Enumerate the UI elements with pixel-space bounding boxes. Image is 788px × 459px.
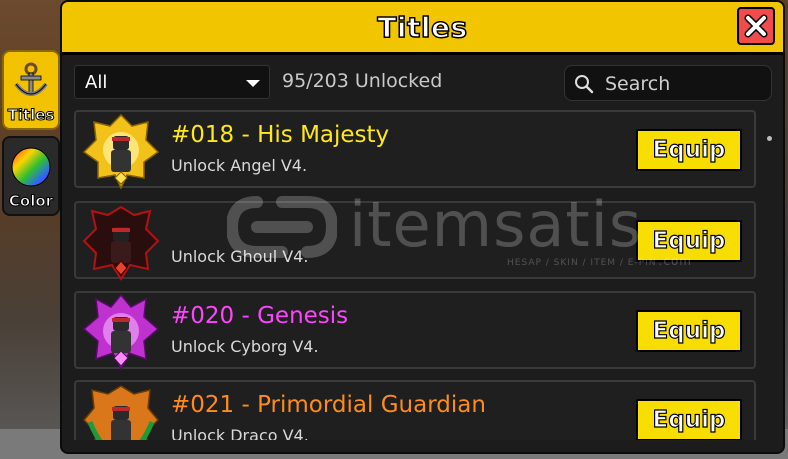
filter-dropdown[interactable]: All <box>74 65 270 99</box>
chevron-down-icon <box>246 80 260 87</box>
title-name: #020 - Genesis <box>171 303 349 329</box>
tab-titles-label: Titles <box>7 106 55 125</box>
title-row: Unlock Ghoul V4. Equip <box>74 201 756 281</box>
title-requirement: Unlock Draco V4. <box>171 426 309 440</box>
title-name: #018 - His Majesty <box>171 122 390 148</box>
titles-window: Titles All 95/203 Unlocked Search #018 -… <box>60 0 785 454</box>
anchor-icon <box>14 62 48 96</box>
close-button[interactable] <box>737 7 775 45</box>
color-wheel-icon <box>11 147 51 187</box>
gold-badge-icon <box>82 113 160 190</box>
tab-titles[interactable]: Titles <box>2 50 60 130</box>
orange-green-badge-icon <box>82 385 160 440</box>
equip-button[interactable]: Equip <box>636 220 742 262</box>
magenta-badge-icon <box>82 293 160 371</box>
tab-color[interactable]: Color <box>2 136 60 216</box>
filter-selected: All <box>85 72 108 93</box>
equip-button-label: Equip <box>652 227 726 254</box>
title-requirement: Unlock Cyborg V4. <box>171 337 319 356</box>
window-title: Titles <box>377 10 468 45</box>
title-requirement: Unlock Ghoul V4. <box>171 247 309 266</box>
equip-button-label: Equip <box>652 136 726 163</box>
dark-red-badge-icon <box>82 205 160 281</box>
equip-button[interactable]: Equip <box>636 399 742 440</box>
titles-list[interactable]: #018 - His Majesty Unlock Angel V4. Equi… <box>74 110 756 440</box>
title-requirement: Unlock Angel V4. <box>171 156 308 175</box>
tab-color-label: Color <box>8 192 54 211</box>
unlock-count: 95/203 Unlocked <box>282 70 443 92</box>
title-name: #021 - Primordial Guardian <box>171 392 486 418</box>
scrollbar-thumb[interactable] <box>767 136 772 141</box>
equip-button[interactable]: Equip <box>636 310 742 352</box>
title-row: #018 - His Majesty Unlock Angel V4. Equi… <box>74 110 756 190</box>
equip-button-label: Equip <box>652 406 726 433</box>
close-icon <box>744 14 768 38</box>
search-placeholder: Search <box>605 73 671 95</box>
title-row: #020 - Genesis Unlock Cyborg V4. Equip <box>74 291 756 371</box>
search-input[interactable]: Search <box>564 65 772 101</box>
title-bar: Titles <box>62 2 783 55</box>
equip-button-label: Equip <box>652 317 726 344</box>
equip-button[interactable]: Equip <box>636 129 742 171</box>
search-icon <box>575 75 594 94</box>
title-row: #021 - Primordial Guardian Unlock Draco … <box>74 380 756 440</box>
